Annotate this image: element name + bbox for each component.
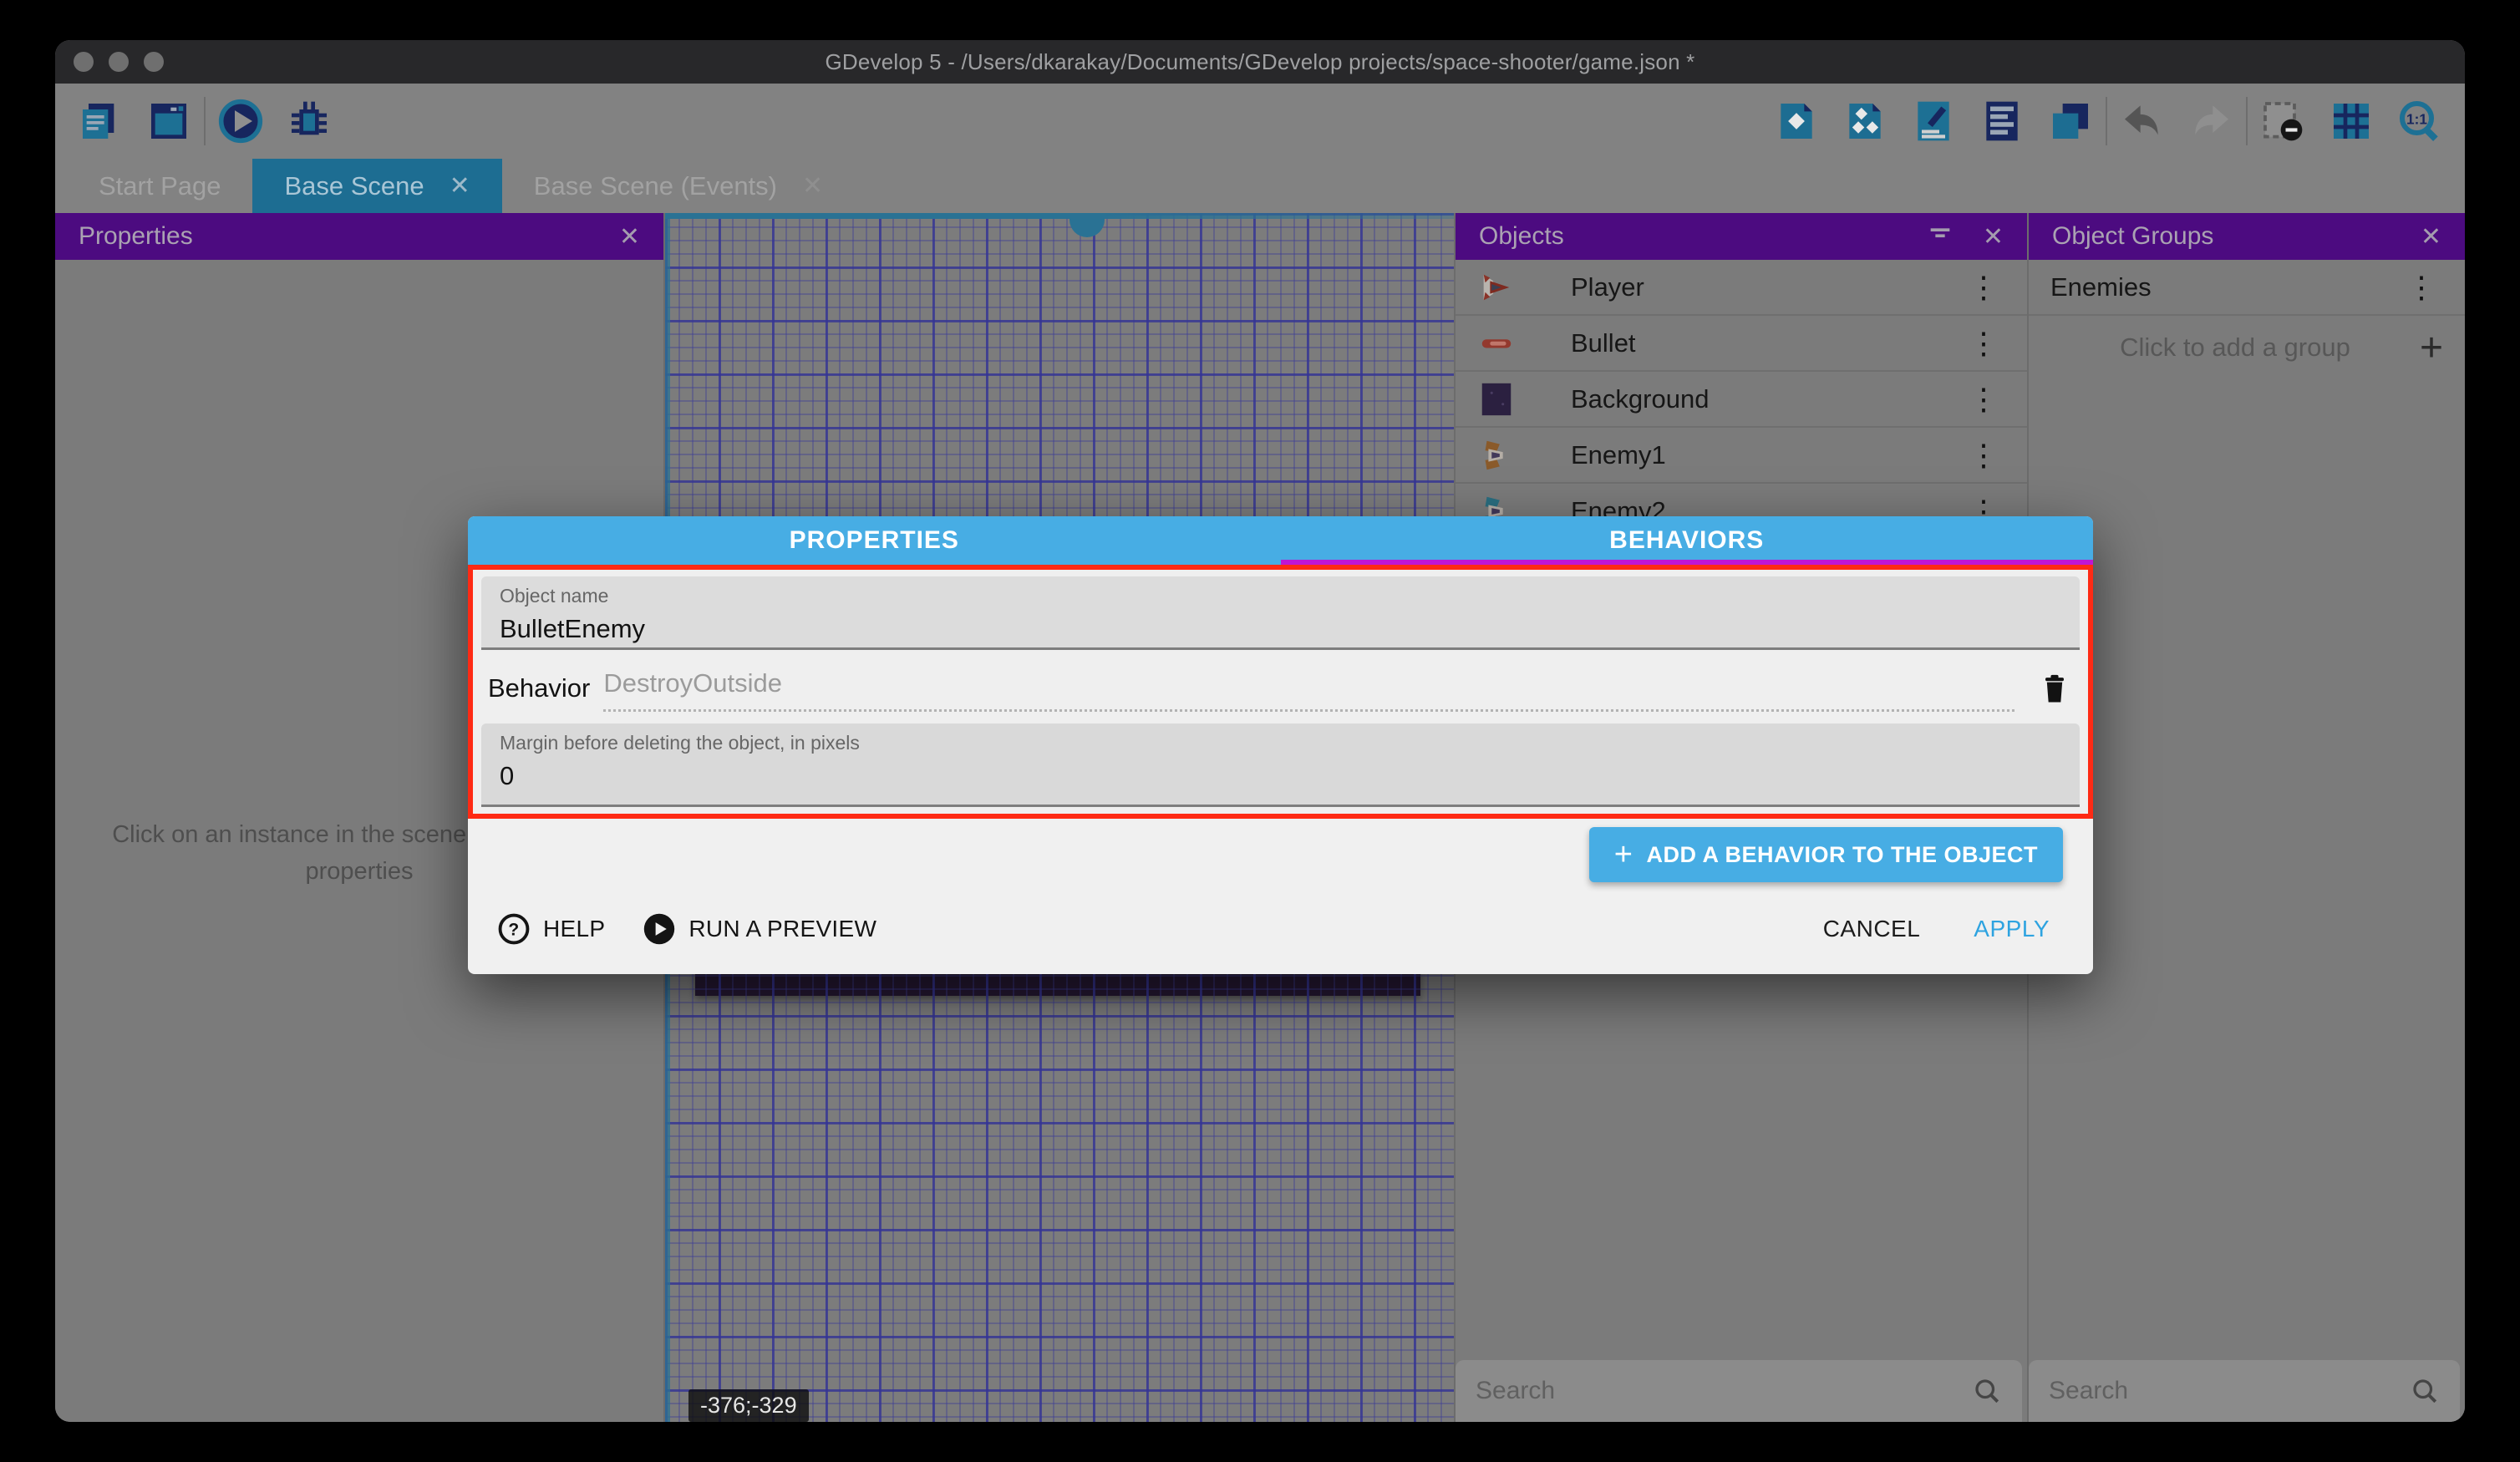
maximize-window-icon[interactable] (144, 52, 164, 72)
close-window-icon[interactable] (74, 52, 94, 72)
objects-search-input[interactable] (1476, 1377, 1972, 1405)
player-ship-sprite (1477, 268, 1516, 307)
object-row-enemy1[interactable]: Enemy1 ⋮ (1456, 428, 2027, 484)
minimize-window-icon[interactable] (109, 52, 129, 72)
search-icon (1972, 1376, 2002, 1406)
title-bar: GDevelop 5 - /Users/dkarakay/Documents/G… (55, 40, 2465, 84)
groups-search-input[interactable] (2049, 1377, 2410, 1405)
group-row-enemies[interactable]: Enemies ⋮ (2029, 260, 2465, 316)
svg-text:?: ? (508, 921, 519, 940)
window-title: GDevelop 5 - /Users/dkarakay/Documents/G… (826, 49, 1695, 75)
play-icon[interactable] (217, 98, 264, 145)
svg-text:1:1: 1:1 (2406, 110, 2427, 127)
grid-icon[interactable] (2328, 98, 2375, 145)
object-menu-icon[interactable]: ⋮ (1962, 440, 2005, 470)
enemy1-ship-sprite (1477, 436, 1516, 475)
dialog-tab-bar: PROPERTIES BEHAVIORS (468, 516, 2093, 565)
background-sprite (1477, 380, 1516, 419)
debug-icon[interactable] (286, 98, 333, 145)
undo-icon[interactable] (2119, 98, 2166, 145)
filter-icon[interactable] (1926, 219, 1954, 254)
close-icon[interactable]: ✕ (2421, 222, 2441, 251)
object-menu-icon[interactable]: ⋮ (1962, 328, 2005, 358)
scene-origin-marker (1069, 218, 1105, 237)
close-tab-icon[interactable]: ✕ (802, 171, 823, 201)
behavior-label: Behavior (488, 673, 590, 703)
add-group-row[interactable]: Click to add a group + (2029, 316, 2465, 379)
add-behavior-button[interactable]: + ADD A BEHAVIOR TO THE OBJECT (1589, 827, 2063, 882)
properties-panel-title: Properties (79, 222, 193, 251)
behavior-name-input[interactable]: DestroyOutside (603, 668, 782, 698)
add-object-icon[interactable] (1773, 98, 1820, 145)
object-menu-icon[interactable]: ⋮ (1962, 384, 2005, 414)
toolbar-separator (204, 97, 206, 145)
object-groups-panel-title: Object Groups (2052, 222, 2213, 251)
margin-field[interactable]: Margin before deleting the object, in pi… (481, 723, 2080, 807)
close-icon[interactable]: ✕ (619, 222, 640, 251)
groups-search-bar (2029, 1360, 2460, 1422)
object-name-value[interactable]: BulletEnemy (500, 614, 2061, 644)
object-menu-icon[interactable]: ⋮ (1962, 272, 2005, 302)
layers-icon[interactable] (2047, 98, 2094, 145)
behavior-row: Behavior DestroyOutside (473, 657, 2088, 720)
run-preview-button[interactable]: RUN A PREVIEW (642, 911, 876, 947)
toolbar-separator (2246, 97, 2248, 145)
main-toolbar: 1:1 (55, 84, 2465, 159)
objects-panel-title: Objects (1479, 222, 1564, 251)
traffic-lights[interactable] (74, 52, 164, 72)
close-tab-icon[interactable]: ✕ (450, 171, 470, 201)
cancel-button[interactable]: CANCEL (1808, 907, 1936, 951)
help-button[interactable]: ? HELP (496, 911, 605, 947)
object-row-bullet[interactable]: Bullet ⋮ (1456, 316, 2027, 372)
group-menu-icon[interactable]: ⋮ (2400, 272, 2443, 302)
plus-icon[interactable]: + (2420, 325, 2443, 371)
play-icon (642, 911, 677, 947)
dialog-tab-behaviors[interactable]: BEHAVIORS (1281, 516, 2094, 565)
margin-label: Margin before deleting the object, in pi… (500, 732, 2061, 754)
mask-icon[interactable] (2259, 98, 2306, 145)
project-manager-icon[interactable] (77, 98, 124, 145)
scene-properties-icon[interactable] (1979, 98, 2025, 145)
apply-button[interactable]: APPLY (1959, 907, 2065, 951)
tab-base-scene-events[interactable]: Base Scene (Events) ✕ (502, 159, 855, 213)
tab-start-page[interactable]: Start Page (67, 159, 252, 213)
margin-value[interactable]: 0 (500, 761, 2061, 791)
toolbar-separator (2106, 97, 2107, 145)
search-icon (2410, 1376, 2440, 1406)
object-groups-panel-header: Object Groups ✕ (2029, 213, 2465, 260)
zoom-1-1-icon[interactable]: 1:1 (2396, 98, 2443, 145)
bullet-sprite (1477, 324, 1516, 363)
cursor-coordinates: -376;-329 (688, 1389, 809, 1422)
properties-panel-header: Properties ✕ (55, 213, 663, 260)
dialog-tab-properties[interactable]: PROPERTIES (468, 516, 1281, 565)
redo-icon[interactable] (2187, 98, 2234, 145)
object-row-player[interactable]: Player ⋮ (1456, 260, 2027, 316)
dialog-action-bar: ? HELP RUN A PREVIEW CANCEL APPLY (468, 884, 2093, 974)
object-name-field[interactable]: Object name BulletEnemy (481, 576, 2080, 650)
editor-tab-bar: Start Page Base Scene ✕ Base Scene (Even… (55, 159, 2465, 213)
objects-list-icon[interactable] (1842, 98, 1888, 145)
objects-panel-header: Objects ✕ (1456, 213, 2027, 260)
scene-border-top (665, 213, 1454, 219)
object-row-background[interactable]: Background ⋮ (1456, 372, 2027, 428)
delete-behavior-icon[interactable] (2036, 670, 2073, 707)
edit-scene-icon[interactable] (1910, 98, 1957, 145)
objects-search-bar (1456, 1360, 2022, 1422)
start-page-icon[interactable] (145, 98, 192, 145)
object-editor-dialog: PROPERTIES BEHAVIORS Object name BulletE… (468, 516, 2093, 974)
plus-icon: + (1614, 837, 1633, 873)
close-icon[interactable]: ✕ (1983, 222, 2004, 251)
tab-base-scene[interactable]: Base Scene ✕ (252, 159, 501, 213)
behaviors-highlight-box: Object name BulletEnemy Behavior Destroy… (468, 565, 2093, 819)
help-icon: ? (496, 911, 531, 947)
object-name-label: Object name (500, 585, 2061, 607)
